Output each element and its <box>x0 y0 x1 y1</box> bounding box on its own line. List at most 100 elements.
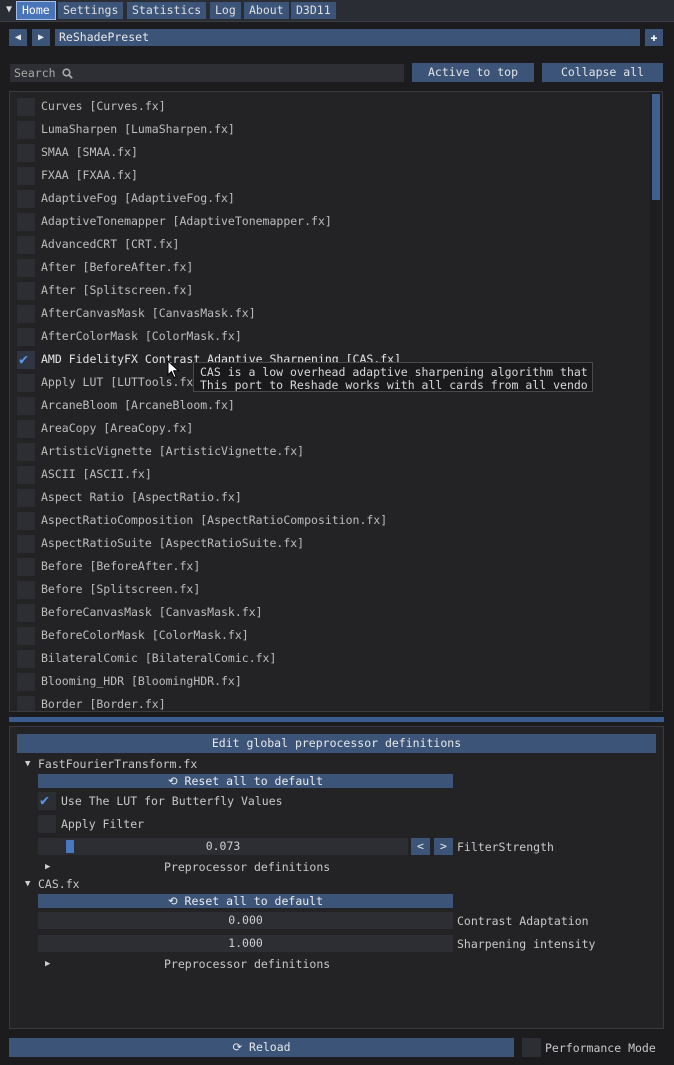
effect-row[interactable]: ASCII [ASCII.fx] <box>17 465 647 485</box>
effect-label: BilateralComic [BilateralComic.fx] <box>41 651 277 665</box>
effect-row[interactable]: LumaSharpen [LumaSharpen.fx] <box>17 120 647 140</box>
effect-row[interactable]: SMAA [SMAA.fx] <box>17 143 647 163</box>
effect-label: Aspect Ratio [AspectRatio.fx] <box>41 490 242 504</box>
effect-checkbox[interactable] <box>17 282 35 300</box>
collapsed-arrow-icon[interactable]: ▶ <box>45 959 50 969</box>
panel-splitter[interactable] <box>9 717 664 722</box>
reload-button[interactable]: ⟳ Reload <box>9 1038 514 1057</box>
effect-list[interactable]: Curves [Curves.fx] LumaSharpen [LumaSharp… <box>9 91 663 712</box>
effect-checkbox[interactable] <box>17 627 35 645</box>
effect-checkbox[interactable] <box>17 512 35 530</box>
effect-row[interactable]: BeforeCanvasMask [CanvasMask.fx] <box>17 603 647 623</box>
effect-checkbox[interactable] <box>17 98 35 116</box>
tab-home[interactable]: Home <box>16 1 56 20</box>
effect-checkbox[interactable] <box>17 328 35 346</box>
effect-checkbox[interactable] <box>17 121 35 139</box>
effect-row[interactable]: Border [Border.fx] <box>17 695 647 711</box>
active-to-top-button[interactable]: Active to top <box>412 63 534 82</box>
menu-bar: ▼ Home Settings Statistics Log About D3D… <box>0 0 674 22</box>
mouse-cursor-icon <box>167 360 180 379</box>
effect-checkbox[interactable] <box>17 604 35 622</box>
effect-checkbox[interactable] <box>17 236 35 254</box>
section-title-fft[interactable]: FastFourierTransform.fx <box>38 757 197 771</box>
window-collapse-icon[interactable]: ▼ <box>2 3 16 17</box>
section-title-cas[interactable]: CAS.fx <box>38 877 80 891</box>
tab-about[interactable]: About <box>244 2 289 19</box>
effect-checkbox[interactable] <box>17 673 35 691</box>
effect-row[interactable]: AfterCanvasMask [CanvasMask.fx] <box>17 304 647 324</box>
edit-global-preprocessor-button[interactable]: Edit global preprocessor definitions <box>17 734 656 753</box>
expanded-arrow-icon[interactable]: ▼ <box>25 759 30 769</box>
performance-mode-checkbox[interactable] <box>522 1038 541 1057</box>
effect-checkbox[interactable] <box>17 650 35 668</box>
effect-row[interactable]: AreaCopy [AreaCopy.fx] <box>17 419 647 439</box>
effect-checkbox[interactable] <box>17 696 35 711</box>
effect-checkbox[interactable] <box>17 305 35 323</box>
sharpening-intensity-field[interactable]: 1.000 <box>38 935 453 952</box>
effect-checkbox[interactable] <box>17 213 35 231</box>
effect-checkbox[interactable] <box>17 443 35 461</box>
effect-row[interactable]: ArcaneBloom [ArcaneBloom.fx] <box>17 396 647 416</box>
next-preset-button[interactable]: ▶ <box>32 29 50 46</box>
collapse-all-button[interactable]: Collapse all <box>542 63 663 82</box>
effect-row[interactable]: BeforeColorMask [ColorMask.fx] <box>17 626 647 646</box>
effect-row[interactable]: AdvancedCRT [CRT.fx] <box>17 235 647 255</box>
effect-row[interactable]: After [Splitscreen.fx] <box>17 281 647 301</box>
previous-preset-button[interactable]: ◀ <box>9 29 27 46</box>
effect-row[interactable]: AspectRatioSuite [AspectRatioSuite.fx] <box>17 534 647 554</box>
effect-checkbox[interactable] <box>17 190 35 208</box>
tab-d3d11[interactable]: D3D11 <box>291 2 336 19</box>
effect-row[interactable]: Aspect Ratio [AspectRatio.fx] <box>17 488 647 508</box>
effect-label: AspectRatioComposition [AspectRatioCompo… <box>41 513 388 527</box>
effect-checkbox[interactable] <box>17 350 35 369</box>
effect-row[interactable]: Before [BeforeAfter.fx] <box>17 557 647 577</box>
contrast-adaptation-label: Contrast Adaptation <box>457 914 589 928</box>
collapsed-arrow-icon[interactable]: ▶ <box>45 862 50 872</box>
preset-selector[interactable]: ReShadePreset <box>55 29 640 46</box>
effect-checkbox[interactable] <box>17 535 35 553</box>
preprocessor-definitions-cas[interactable]: Preprocessor definitions <box>164 957 330 971</box>
effect-list-scroll-thumb[interactable] <box>652 94 660 200</box>
effect-checkbox[interactable] <box>17 581 35 599</box>
arrow-left-icon: ◀ <box>14 32 22 43</box>
effect-checkbox[interactable] <box>17 167 35 185</box>
tab-settings[interactable]: Settings <box>58 2 124 19</box>
add-preset-button[interactable]: ✚ <box>645 29 663 46</box>
effect-row[interactable]: BilateralComic [BilateralComic.fx] <box>17 649 647 669</box>
effect-row[interactable]: Curves [Curves.fx] <box>17 97 647 117</box>
effect-checkbox[interactable] <box>17 420 35 438</box>
contrast-adaptation-field[interactable]: 0.000 <box>38 912 453 929</box>
reset-all-button-fft[interactable]: ⟲ Reset all to default <box>38 774 453 788</box>
search-input[interactable]: Search <box>10 64 404 82</box>
effect-row[interactable]: AdaptiveFog [AdaptiveFog.fx] <box>17 189 647 209</box>
effect-checkbox[interactable] <box>17 144 35 162</box>
reset-all-button-cas[interactable]: ⟲ Reset all to default <box>38 894 453 908</box>
apply-filter-checkbox[interactable] <box>38 815 56 833</box>
effect-row[interactable]: Blooming_HDR [BloomingHDR.fx] <box>17 672 647 692</box>
effect-tooltip: CAS is a low overhead adaptive sharpenin… <box>193 362 593 392</box>
effect-checkbox[interactable] <box>17 558 35 576</box>
effect-checkbox[interactable] <box>17 374 35 392</box>
effect-checkbox[interactable] <box>17 397 35 415</box>
decrease-button[interactable]: < <box>411 838 430 855</box>
effect-checkbox[interactable] <box>17 489 35 507</box>
effect-row[interactable]: After [BeforeAfter.fx] <box>17 258 647 278</box>
increase-button[interactable]: > <box>434 838 453 855</box>
effect-row[interactable]: AdaptiveTonemapper [AdaptiveTonemapper.f… <box>17 212 647 232</box>
use-lut-checkbox[interactable] <box>38 791 56 810</box>
effect-row[interactable]: FXAA [FXAA.fx] <box>17 166 647 186</box>
expanded-arrow-icon[interactable]: ▼ <box>25 879 30 889</box>
reload-label: Reload <box>249 1040 291 1054</box>
effect-checkbox[interactable] <box>17 259 35 277</box>
effect-row[interactable]: AspectRatioComposition [AspectRatioCompo… <box>17 511 647 531</box>
effect-row[interactable]: Before [Splitscreen.fx] <box>17 580 647 600</box>
effect-row[interactable]: AfterColorMask [ColorMask.fx] <box>17 327 647 347</box>
tab-statistics[interactable]: Statistics <box>127 2 207 19</box>
preprocessor-definitions-fft[interactable]: Preprocessor definitions <box>164 860 330 874</box>
effect-label: FXAA [FXAA.fx] <box>41 168 138 182</box>
effect-checkbox[interactable] <box>17 466 35 484</box>
search-placeholder: Search <box>14 66 56 80</box>
filter-strength-slider[interactable]: 0.073 <box>38 838 408 855</box>
effect-row[interactable]: ArtisticVignette [ArtisticVignette.fx] <box>17 442 647 462</box>
tab-log[interactable]: Log <box>210 2 241 19</box>
